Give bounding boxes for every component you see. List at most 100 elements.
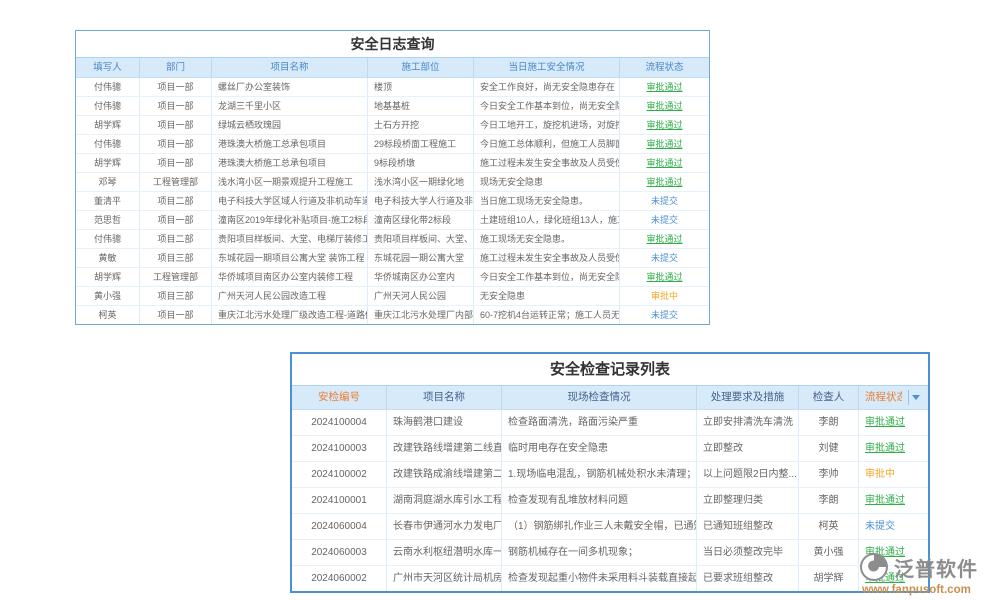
inspector-link[interactable]: 刘健 (799, 436, 859, 461)
writer-link[interactable]: 胡学辉 (76, 268, 140, 286)
project-link[interactable]: 改建铁路线增建第二线直通... (387, 436, 502, 461)
project-link[interactable]: 华侨城项目南区办公室内装修工程 (212, 268, 368, 286)
writer-link[interactable]: 胡学辉 (76, 154, 140, 172)
table-row: 黄敏项目三部东城花园一期项目公寓大堂 装饰工程东城花园一期公寓大堂施工过程未发生… (76, 249, 709, 268)
table-row: 胡学辉项目一部港珠澳大桥施工总承包项目9标段桥墩施工过程未发生安全事故及人员受伤… (76, 154, 709, 173)
check-no-link[interactable]: 2024060002 (292, 566, 387, 591)
project-link[interactable]: 螺丝厂办公室装饰 (212, 78, 368, 96)
situation-cell: 当日施工现场无安全隐患。 (474, 192, 620, 210)
part-cell: 土石方开挖 (368, 116, 474, 134)
check-no-link[interactable]: 2024100003 (292, 436, 387, 461)
status-filter-button[interactable] (908, 390, 922, 405)
project-link[interactable]: 贵阳项目样板间、大堂、电梯厅装修工程 (212, 230, 368, 248)
check-no-link[interactable]: 2024060003 (292, 540, 387, 565)
project-link[interactable]: 广州市天河区统计局机房改... (387, 566, 502, 591)
status-badge[interactable]: 审批通过 (620, 154, 709, 172)
project-link[interactable]: 浅水湾小区一期景观提升工程施工 (212, 173, 368, 191)
project-link[interactable]: 改建铁路成渝线增建第二直... (387, 462, 502, 487)
status-badge[interactable]: 未提交 (620, 211, 709, 229)
part-cell: 9标段桥墩 (368, 154, 474, 172)
status-badge[interactable]: 审批通过 (859, 410, 928, 435)
check-no-link[interactable]: 2024060004 (292, 514, 387, 539)
project-link[interactable]: 龙湖三千里小区 (212, 97, 368, 115)
status-badge[interactable]: 未提交 (859, 514, 928, 539)
check-no-link[interactable]: 2024100002 (292, 462, 387, 487)
col-header-measure: 处理要求及措施 (697, 386, 799, 409)
status-badge[interactable]: 审批中 (620, 287, 709, 305)
writer-link[interactable]: 黄敏 (76, 249, 140, 267)
inspection-cell: 钢筋机械存在一间多机现象； (502, 540, 697, 565)
inspector-link[interactable]: 李帅 (799, 462, 859, 487)
dept-cell: 项目一部 (140, 154, 212, 172)
writer-link[interactable]: 付伟骢 (76, 78, 140, 96)
measure-cell: 已要求班组整改 (697, 566, 799, 591)
status-badge[interactable]: 未提交 (620, 249, 709, 267)
writer-link[interactable]: 付伟骢 (76, 230, 140, 248)
table-row: 付伟骢项目一部龙湖三千里小区地基基桩今日安全工作基本到位，尚无安全隐患...审批… (76, 97, 709, 116)
check-no-link[interactable]: 2024100001 (292, 488, 387, 513)
status-badge[interactable]: 审批通过 (859, 488, 928, 513)
inspector-link[interactable]: 胡学辉 (799, 566, 859, 591)
situation-cell: 无安全隐患 (474, 287, 620, 305)
col-header-project: 项目名称 (212, 58, 368, 77)
col-header-status: 流程状态 (859, 386, 928, 409)
writer-link[interactable]: 付伟骢 (76, 97, 140, 115)
project-link[interactable]: 珠海鹤港口建设 (387, 410, 502, 435)
status-badge[interactable]: 审批中 (859, 462, 928, 487)
project-link[interactable]: 绿城云栖玫瑰园 (212, 116, 368, 134)
table-row: 2024060002广州市天河区统计局机房改...检查发现起重小物件未采用料斗装… (292, 566, 928, 591)
part-cell: 29标段桥面工程施工 (368, 135, 474, 153)
col-header-project: 项目名称 (387, 386, 502, 409)
project-link[interactable]: 潼南区2019年绿化补贴项目-施工2标段 (212, 211, 368, 229)
safety-log-table: 安全日志查询 填写人 部门 项目名称 施工部位 当日施工安全情况 流程状态 付伟… (75, 30, 710, 325)
status-badge[interactable]: 审批通过 (620, 116, 709, 134)
chevron-down-icon (912, 395, 920, 400)
table-row: 2024060004长春市伊通河水力发电厂改...（1）钢筋绑扎作业三人未戴安全… (292, 514, 928, 540)
status-badge[interactable]: 审批通过 (620, 268, 709, 286)
status-badge[interactable]: 未提交 (620, 306, 709, 324)
part-cell: 地基基桩 (368, 97, 474, 115)
project-link[interactable]: 广州天河人民公园改造工程 (212, 287, 368, 305)
project-link[interactable]: 电子科技大学区域人行道及非机动车道工程 (212, 192, 368, 210)
project-link[interactable]: 港珠澳大桥施工总承包项目 (212, 154, 368, 172)
inspector-link[interactable]: 李朗 (799, 410, 859, 435)
table-row: 付伟骢项目一部螺丝厂办公室装饰楼顶安全工作良好，尚无安全隐患存在审批通过 (76, 78, 709, 97)
status-badge[interactable]: 审批通过 (859, 436, 928, 461)
situation-cell: 60-7挖机4台运转正常；施工人员无违章... (474, 306, 620, 324)
measure-cell: 以上问题限2日内整... (697, 462, 799, 487)
fanpu-logo-icon (858, 551, 890, 583)
dept-cell: 项目一部 (140, 116, 212, 134)
writer-link[interactable]: 黄小强 (76, 287, 140, 305)
writer-link[interactable]: 胡学辉 (76, 116, 140, 134)
status-badge[interactable]: 未提交 (620, 192, 709, 210)
part-cell: 东城花园一期公寓大堂 (368, 249, 474, 267)
status-badge[interactable]: 审批通过 (620, 230, 709, 248)
project-link[interactable]: 重庆江北污水处理厂级改造工程-道路修复 (212, 306, 368, 324)
inspector-link[interactable]: 李朗 (799, 488, 859, 513)
dept-cell: 项目二部 (140, 230, 212, 248)
project-link[interactable]: 湖南洞庭湖水库引水工程施... (387, 488, 502, 513)
project-link[interactable]: 长春市伊通河水力发电厂改... (387, 514, 502, 539)
status-badge[interactable]: 审批通过 (620, 97, 709, 115)
writer-link[interactable]: 付伟骢 (76, 135, 140, 153)
project-link[interactable]: 东城花园一期项目公寓大堂 装饰工程 (212, 249, 368, 267)
status-badge[interactable]: 审批通过 (620, 173, 709, 191)
inspector-link[interactable]: 黄小强 (799, 540, 859, 565)
part-cell: 潼南区绿化带2标段 (368, 211, 474, 229)
status-badge[interactable]: 审批通过 (620, 78, 709, 96)
inspector-link[interactable]: 柯英 (799, 514, 859, 539)
project-link[interactable]: 港珠澳大桥施工总承包项目 (212, 135, 368, 153)
col-header-dept: 部门 (140, 58, 212, 77)
project-link[interactable]: 云南水利枢纽潜明水库一期... (387, 540, 502, 565)
writer-link[interactable]: 邓琴 (76, 173, 140, 191)
writer-link[interactable]: 柯英 (76, 306, 140, 324)
situation-cell: 现场无安全隐患 (474, 173, 620, 191)
inspection-cell: 检查路面清洗，路面污染严重 (502, 410, 697, 435)
part-cell: 重庆江北污水处理厂内部... (368, 306, 474, 324)
check-no-link[interactable]: 2024100004 (292, 410, 387, 435)
dept-cell: 工程管理部 (140, 268, 212, 286)
writer-link[interactable]: 范思哲 (76, 211, 140, 229)
status-badge[interactable]: 审批通过 (620, 135, 709, 153)
writer-link[interactable]: 董清平 (76, 192, 140, 210)
col-header-check-no: 安检编号 (292, 386, 387, 409)
